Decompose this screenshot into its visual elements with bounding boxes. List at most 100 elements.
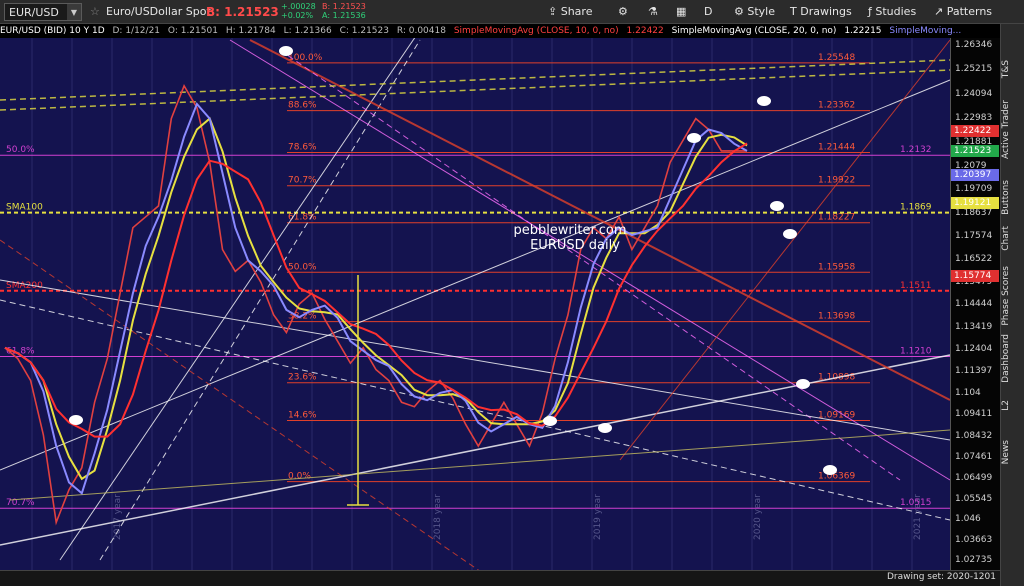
price-tick-label: 1.26346 — [955, 39, 993, 50]
drawing-set-label[interactable]: Drawing set: 2020-1201 — [887, 572, 996, 582]
bid-quote: B: 1.21523 — [322, 2, 366, 11]
price-tick-label: 1.046 — [955, 514, 981, 525]
level-pct-label: SMA100 — [6, 203, 43, 213]
fib-level-label: 1.23362 — [818, 101, 855, 111]
tab-dashboard[interactable]: Dashboard — [1001, 334, 1024, 383]
year-label: 2017 year — [113, 494, 123, 540]
price-tick-label: 1.11397 — [955, 365, 993, 376]
info-sma20: SimpleMovingAvg (CLOSE, 20, 0, no) — [671, 26, 837, 36]
flask-button[interactable]: ⚗ — [644, 3, 662, 21]
bottom-bar: Drawing set: 2020-1201 — [0, 570, 1000, 586]
info-high: H: 1.21784 — [225, 26, 276, 36]
price-tick-label: 1.12404 — [955, 343, 993, 354]
gear-icon: ⚙ — [618, 5, 628, 18]
price-flag: 1.21523 — [951, 144, 999, 157]
share-button[interactable]: ⇪ Share — [544, 3, 596, 21]
price-flag: 1.19121 — [951, 197, 999, 210]
change-pct: +0.02% — [281, 11, 314, 20]
info-sma10: SimpleMovingAvg (CLOSE, 10, 0, no) — [453, 26, 619, 36]
price-tick-label: 1.09411 — [955, 409, 993, 420]
price-axis[interactable]: 1.26346 1.25215 1.24094 1.22983 1.21881 1.207… — [950, 38, 1000, 570]
price-flag: 1.20397 — [951, 169, 999, 182]
price-tick-label: 1.24094 — [955, 88, 993, 99]
tab-news[interactable]: News — [1001, 440, 1024, 464]
style-icon: ⚙ — [734, 5, 748, 18]
price-flag: 1.15774 — [951, 270, 999, 283]
patterns-button[interactable]: ↗ Patterns — [930, 3, 996, 21]
tab-active-trader[interactable]: Active Trader — [1001, 100, 1024, 159]
symbol-text: EUR/USD — [9, 6, 59, 19]
price-tick-label: 1.22983 — [955, 112, 993, 123]
fib-pct-label: 78.6% — [288, 143, 317, 153]
patterns-icon: ↗ — [934, 5, 947, 18]
chart-title: pebblewriter.com — [513, 223, 626, 238]
price-tick-label: 1.06499 — [955, 472, 993, 483]
info-range: R: 0.00418 — [396, 26, 446, 36]
price-tick-label: 1.104 — [955, 387, 981, 398]
price-tick-label: 1.17574 — [955, 231, 993, 241]
chevron-down-icon[interactable]: ▼ — [67, 4, 81, 20]
fib-level-label: 1.21444 — [818, 143, 855, 153]
pivot-marker — [543, 416, 557, 426]
tab-l2[interactable]: L2 — [1001, 400, 1024, 411]
tab-t-s[interactable]: T&S — [1001, 60, 1024, 78]
fib-level-label: 1.25548 — [818, 53, 855, 63]
fib-level-label: 1.15958 — [818, 262, 855, 272]
year-label: 2018 year — [433, 494, 443, 540]
chart-svg[interactable]: JulOct17AprJulOct18AprJulOct19AprJulOct2… — [0, 29, 1024, 586]
tab-phase-scores[interactable]: Phase Scores — [1001, 266, 1024, 326]
study-info-bar: EUR/USD (BID) 10 Y 1D D: 1/12/21 O: 1.21… — [0, 24, 1024, 38]
patterns-label: Patterns — [946, 5, 993, 18]
fib-pct-label: 0.0% — [288, 472, 311, 482]
price-tick-label: 1.02735 — [955, 554, 993, 565]
star-icon[interactable]: ☆ — [90, 3, 100, 21]
fib-level-label: 1.06369 — [818, 472, 855, 482]
tab-chart[interactable]: Chart — [1001, 226, 1024, 251]
price-tick-label: 1.25215 — [955, 64, 993, 75]
toolbar: EUR/USD ▼ ☆ Euro/USDollar Spot B: 1.2152… — [0, 0, 1024, 24]
price-tick-label: 1.05545 — [955, 493, 993, 504]
right-side-tabs: T&S Active Trader Buttons Chart Phase Scores… — [1000, 24, 1024, 586]
grid-button[interactable]: ▦ — [672, 3, 690, 21]
info-symbol: EUR/USD (BID) 10 Y 1D — [0, 26, 105, 36]
pivot-marker — [796, 379, 810, 389]
drawings-label: Drawings — [800, 5, 852, 18]
price-tick-label: 1.03663 — [955, 534, 993, 545]
fib-level-label: 1.18227 — [818, 213, 855, 223]
info-sma-more: SimpleMoving... — [889, 26, 962, 36]
year-label: 2020 year — [753, 494, 763, 540]
price-flag: 1.22422 — [951, 125, 999, 138]
symbol-selector[interactable]: EUR/USD ▼ — [4, 3, 82, 21]
ask-quote: A: 1.21536 — [322, 11, 366, 20]
period-button[interactable]: D — [700, 3, 716, 21]
pivot-marker — [279, 46, 293, 56]
level-label: 1.2132 — [900, 145, 932, 155]
drawings-button[interactable]: T Drawings — [786, 3, 856, 21]
quote-block: B: 1.21523 A: 1.21536 — [322, 2, 366, 20]
level-label: 1.1511 — [900, 281, 932, 291]
chart-area[interactable]: JulOct17AprJulOct18AprJulOct19AprJulOct2… — [0, 29, 1024, 586]
change-abs: +.00028 — [281, 2, 316, 11]
symbol-name: Euro/USDollar Spot — [106, 5, 211, 18]
pivot-marker — [823, 465, 837, 475]
fib-pct-label: 23.6% — [288, 373, 317, 383]
price-tick-label: 1.13419 — [955, 321, 993, 332]
price-tick-label: 1.19709 — [955, 184, 993, 195]
price-tick-label: 1.08432 — [955, 430, 993, 441]
fib-pct-label: 88.6% — [288, 101, 317, 111]
info-sma20-val: 1.22215 — [844, 26, 882, 36]
studies-label: Studies — [875, 5, 917, 18]
last-price: B: 1.21523 — [206, 5, 279, 19]
style-label: Style — [747, 5, 775, 18]
flask-icon: ⚗ — [648, 5, 658, 18]
year-label: 2019 year — [593, 494, 603, 540]
share-label: Share — [560, 5, 593, 18]
style-button[interactable]: ⚙ Style — [730, 3, 779, 21]
tab-buttons[interactable]: Buttons — [1001, 180, 1024, 215]
period-label: D — [704, 5, 713, 18]
studies-button[interactable]: ƒ Studies — [864, 3, 920, 21]
level-label: 1.1869 — [900, 203, 932, 213]
fib-pct-label: 70.7% — [288, 176, 317, 186]
info-date: D: 1/12/21 — [112, 26, 161, 36]
settings-button[interactable]: ⚙ — [614, 3, 632, 21]
